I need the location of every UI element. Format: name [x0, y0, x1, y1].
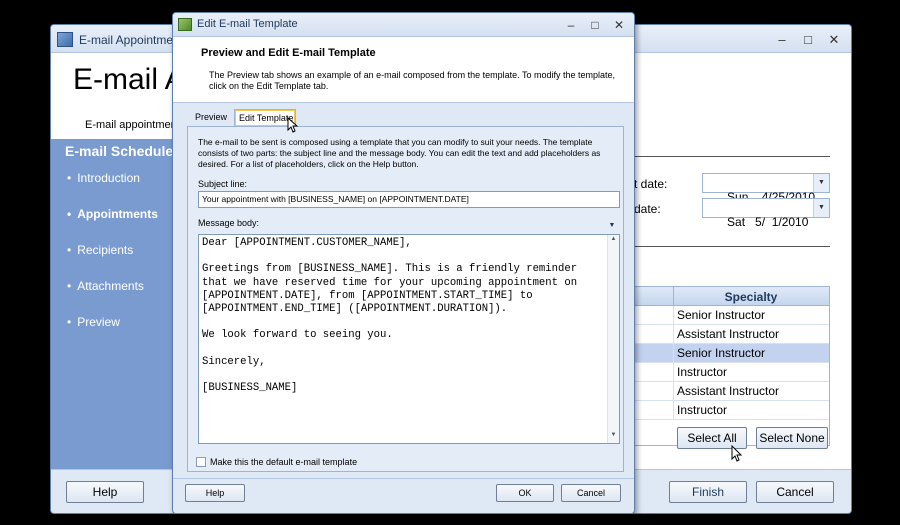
select-none-button[interactable]: Select None — [756, 427, 828, 449]
specialty-cell: Senior Instructor — [677, 308, 766, 322]
start-date-picker[interactable]: Sun 4/25/2010 ▼ — [702, 173, 830, 204]
help-button[interactable]: Help — [66, 481, 144, 503]
chevron-down-icon[interactable]: ▼ — [605, 222, 619, 232]
body-label: Message body: — [198, 218, 260, 228]
dialog-header-description: The Preview tab shows an example of an e… — [209, 70, 616, 91]
message-body-textarea[interactable]: Dear [APPOINTMENT.CUSTOMER_NAME], Greeti… — [198, 234, 620, 444]
chevron-down-icon[interactable]: ▼ — [813, 199, 829, 217]
specialty-cell: Senior Instructor — [677, 346, 766, 360]
wizard-content: t date: Sun 4/25/2010 ▼ date: Sat 5/ 1/2… — [634, 139, 851, 469]
end-date-label: date: — [634, 202, 661, 216]
column-divider — [673, 325, 674, 343]
specialty-cell: Assistant Instructor — [677, 384, 780, 398]
scroll-up-icon[interactable]: ▲ — [608, 236, 619, 246]
appointments-grid: Specialty Senior Instructor Assistant In… — [634, 286, 830, 446]
table-row[interactable]: Senior Instructor — [635, 344, 829, 363]
vertical-scrollbar[interactable]: ▲ ▼ — [607, 235, 619, 443]
wizard-window-controls: – □ ✕ — [775, 32, 841, 48]
specialty-cell: Instructor — [677, 365, 728, 379]
end-date-value: Sat 5/ 1/2010 — [727, 215, 809, 229]
subject-label: Subject line: — [198, 179, 248, 189]
minimize-icon[interactable]: – — [775, 32, 789, 48]
maximize-icon[interactable]: □ — [801, 32, 815, 48]
column-header-specialty[interactable]: Specialty — [673, 290, 829, 304]
specialty-cell: Assistant Instructor — [677, 327, 780, 341]
sidebar-item-introduction[interactable]: Introduction — [67, 171, 158, 207]
divider — [634, 156, 830, 157]
table-row[interactable]: Senior Instructor — [635, 306, 829, 325]
column-divider — [673, 363, 674, 381]
dialog-window-controls: – □ ✕ — [564, 18, 626, 32]
start-date-label: t date: — [634, 177, 668, 191]
wizard-header-title: E-mail A — [73, 63, 185, 96]
column-divider — [673, 344, 674, 362]
ok-button[interactable]: OK — [496, 484, 554, 502]
table-row[interactable]: Assistant Instructor — [635, 382, 829, 401]
table-row[interactable]: Assistant Instructor — [635, 325, 829, 344]
column-divider — [673, 401, 674, 419]
default-template-label[interactable]: Make this the default e-mail template — [210, 457, 357, 467]
sidebar-item-appointments[interactable]: Appointments — [67, 207, 158, 243]
message-body-text[interactable]: Dear [APPOINTMENT.CUSTOMER_NAME], Greeti… — [202, 237, 602, 395]
edit-template-dialog: Edit E-mail Template – □ ✕ Preview and E… — [172, 12, 635, 514]
tab-preview[interactable]: Preview — [191, 109, 231, 126]
subject-input[interactable]: Your appointment with [BUSINESS_NAME] on… — [198, 191, 620, 208]
dialog-footer: Help OK Cancel — [173, 478, 634, 513]
edit-template-panel: The e-mail to be sent is composed using … — [187, 126, 624, 472]
app-icon — [57, 32, 73, 47]
column-divider — [673, 306, 674, 324]
end-date-picker[interactable]: Sat 5/ 1/2010 ▼ — [702, 198, 830, 229]
wizard-sidebar: E-mail Schedule Introduction Appointment… — [51, 139, 173, 469]
dialog-header-title: Preview and Edit E-mail Template — [201, 47, 376, 59]
sidebar-heading: E-mail Schedule — [65, 143, 173, 159]
grid-header: Specialty — [635, 287, 829, 306]
minimize-icon[interactable]: – — [564, 18, 578, 32]
cancel-button[interactable]: Cancel — [756, 481, 834, 503]
finish-button[interactable]: Finish — [669, 481, 747, 503]
column-divider — [673, 382, 674, 400]
sidebar-item-preview[interactable]: Preview — [67, 315, 158, 351]
divider — [634, 246, 830, 247]
sidebar-item-attachments[interactable]: Attachments — [67, 279, 158, 315]
dialog-header: Preview and Edit E-mail Template The Pre… — [173, 37, 634, 103]
chevron-down-icon[interactable]: ▼ — [813, 174, 829, 192]
dialog-titlebar[interactable]: Edit E-mail Template – □ ✕ — [173, 13, 634, 37]
close-icon[interactable]: ✕ — [612, 18, 626, 32]
panel-description: The e-mail to be sent is composed using … — [198, 137, 601, 169]
specialty-cell: Instructor — [677, 403, 728, 417]
scroll-down-icon[interactable]: ▼ — [608, 432, 619, 442]
table-row[interactable]: Instructor — [635, 363, 829, 382]
close-icon[interactable]: ✕ — [827, 32, 841, 48]
dialog-cancel-button[interactable]: Cancel — [561, 484, 621, 502]
dialog-app-icon — [178, 18, 192, 31]
dialog-title: Edit E-mail Template — [197, 18, 298, 30]
table-row[interactable]: Instructor — [635, 401, 829, 420]
wizard-header-subtitle: E-mail appointmen — [85, 119, 177, 131]
wizard-title: E-mail Appointme — [79, 33, 174, 47]
maximize-icon[interactable]: □ — [588, 18, 602, 32]
dialog-help-button[interactable]: Help — [185, 484, 245, 502]
sidebar-item-recipients[interactable]: Recipients — [67, 243, 158, 279]
default-template-checkbox[interactable] — [196, 457, 206, 467]
